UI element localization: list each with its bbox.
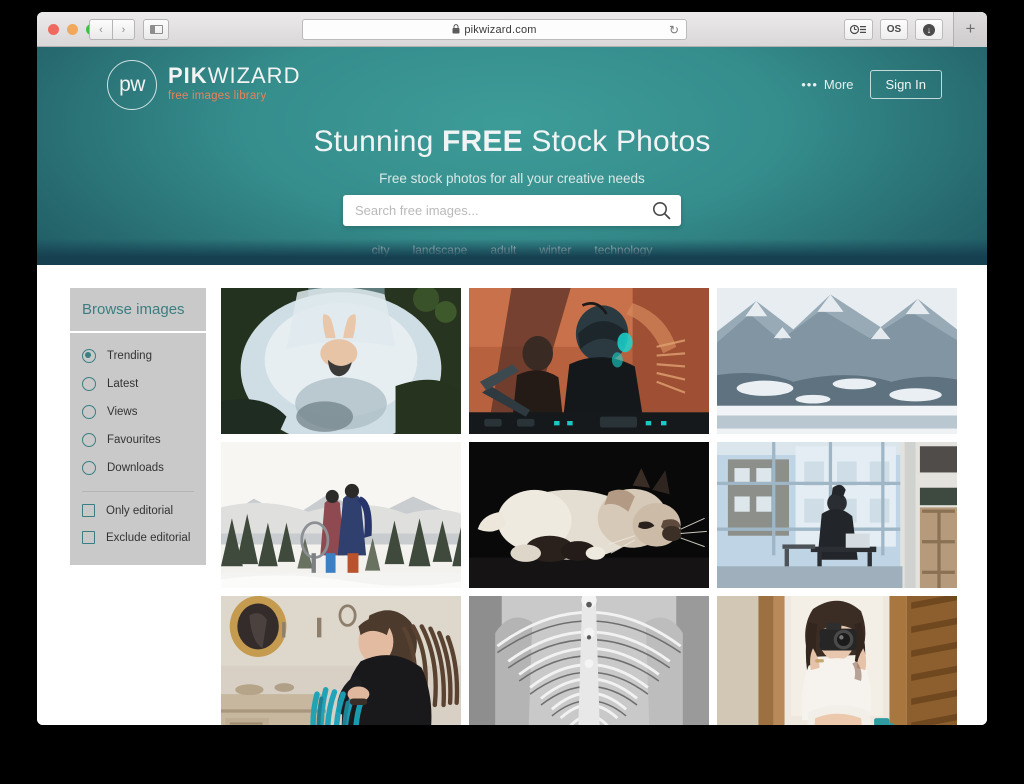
minimize-window-button[interactable] [67, 24, 78, 35]
lock-icon [452, 23, 460, 36]
photo-dj-performance[interactable] [469, 288, 709, 434]
sidebar-item-label: Exclude editorial [106, 531, 191, 544]
radio-icon[interactable] [82, 349, 96, 363]
sidebar-item-label: Favourites [107, 434, 161, 446]
logo-name: PIKWIZARD [168, 62, 301, 88]
radio-icon[interactable] [82, 405, 96, 419]
photo-snowy-mountains[interactable] [717, 288, 957, 434]
sidebar-item-only-editorial[interactable]: Only editorial [82, 497, 194, 524]
sidebar-item-views[interactable]: Views [82, 398, 194, 426]
site-hero: pw PIKWIZARD free images library ••• Mor… [37, 47, 987, 265]
photo-woman-at-window[interactable] [717, 442, 957, 588]
photo-gothic-arches[interactable] [469, 596, 709, 725]
logo-mark-icon: pw [107, 60, 157, 110]
tag-winter[interactable]: winter [539, 243, 571, 257]
tag-city[interactable]: city [372, 243, 390, 257]
more-menu-button[interactable]: ••• More [801, 77, 853, 92]
more-dots-icon: ••• [801, 77, 818, 92]
tag-technology[interactable]: technology [594, 243, 652, 257]
os-extension-button[interactable]: OS [880, 19, 908, 40]
download-icon[interactable]: ↓ [915, 19, 943, 40]
sidebar-item-label: Downloads [107, 462, 164, 474]
more-menu-label: More [823, 77, 854, 92]
url-text: pikwizard.com [464, 23, 537, 36]
logo-name-bold: PIK [168, 62, 208, 88]
popular-tags: city landscape adult winter technology [37, 243, 987, 257]
hero-actions: ••• More Sign In [801, 70, 942, 99]
radio-icon[interactable] [82, 433, 96, 447]
sidebar-item-favourites[interactable]: Favourites [82, 426, 194, 454]
page-subtitle: Free stock photos for all your creative … [379, 171, 645, 186]
browser-window: ‹ › pikwizard.com ↻ OS ↓ + pw PIKWIZARD … [37, 12, 987, 725]
sidebar-item-label: Only editorial [106, 504, 174, 517]
sidebar-divider [82, 491, 194, 492]
checkbox-icon[interactable] [82, 504, 95, 517]
address-bar[interactable]: pikwizard.com ↻ [302, 19, 687, 40]
headline-emphasis: FREE [442, 125, 523, 158]
headline-pre: Stunning [313, 125, 443, 158]
sidebar-toggle-icon[interactable] [143, 19, 169, 40]
sidebar-filters: Trending Latest Views Favourites Downloa… [70, 333, 206, 565]
photo-woman-dreadlocks[interactable] [221, 596, 461, 725]
photo-waterfall-swimmer[interactable] [221, 288, 461, 434]
download-arrow-glyph: ↓ [923, 23, 935, 36]
new-tab-button[interactable]: + [953, 12, 987, 47]
sign-in-button[interactable]: Sign In [869, 70, 942, 99]
navigation-buttons: ‹ › [89, 19, 135, 40]
forward-icon[interactable]: › [112, 19, 135, 40]
reload-icon[interactable]: ↻ [669, 23, 679, 37]
image-grid [221, 288, 957, 725]
headline-post: Stock Photos [522, 125, 711, 158]
reading-list-icon[interactable] [844, 19, 873, 40]
checkbox-icon[interactable] [82, 531, 95, 544]
tag-landscape[interactable]: landscape [413, 243, 468, 257]
close-window-button[interactable] [48, 24, 59, 35]
photo-snowboarders[interactable] [221, 442, 461, 588]
logo-name-light: WIZARD [207, 62, 301, 88]
photo-sleeping-cat[interactable] [469, 442, 709, 588]
site-logo[interactable]: pw PIKWIZARD free images library [107, 60, 300, 110]
sidebar-item-latest[interactable]: Latest [82, 370, 194, 398]
browse-sidebar: Browse images Trending Latest Views Favo… [70, 288, 206, 725]
search-icon[interactable] [641, 201, 681, 220]
page-title: Stunning FREE Stock Photos [37, 125, 987, 159]
logo-wordmark: PIKWIZARD free images library [168, 62, 301, 106]
sidebar-title: Browse images [70, 288, 206, 331]
logo-tagline: free images library [168, 89, 267, 102]
back-icon[interactable]: ‹ [89, 19, 112, 40]
radio-icon[interactable] [82, 377, 96, 391]
main-content: Browse images Trending Latest Views Favo… [37, 265, 987, 725]
panel-glyph [149, 25, 163, 34]
browser-toolbar: ‹ › pikwizard.com ↻ OS ↓ + [37, 12, 987, 47]
search-bar[interactable] [343, 195, 681, 226]
radio-icon[interactable] [82, 461, 96, 475]
search-input[interactable] [343, 195, 641, 226]
tag-adult[interactable]: adult [490, 243, 516, 257]
sidebar-item-label: Latest [107, 378, 139, 390]
sidebar-item-label: Views [107, 406, 138, 418]
sidebar-item-exclude-editorial[interactable]: Exclude editorial [82, 524, 194, 551]
toolbar-buttons: OS ↓ [844, 19, 943, 40]
sidebar-item-downloads[interactable]: Downloads [82, 454, 194, 482]
photo-woman-with-camera[interactable] [717, 596, 957, 725]
sidebar-item-label: Trending [107, 350, 152, 362]
sidebar-item-trending[interactable]: Trending [82, 342, 194, 370]
